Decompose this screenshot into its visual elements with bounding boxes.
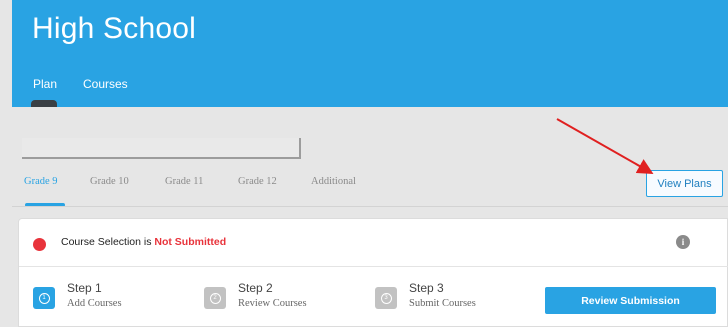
step-2-number: 2 — [209, 292, 221, 304]
page-title: High School — [32, 12, 196, 45]
step-3-title: Step 3 — [409, 281, 444, 295]
step-3-badge: 3 — [375, 287, 397, 309]
tabs-divider — [12, 206, 728, 207]
step-3-subtitle: Submit Courses — [409, 298, 476, 309]
step-2-subtitle: Review Courses — [238, 298, 307, 309]
step-1-badge: 1 — [33, 287, 55, 309]
tab-grade-11[interactable]: Grade 11 — [165, 176, 203, 187]
nav-tab-plan[interactable]: Plan — [33, 77, 57, 91]
status-text: Course Selection is Not Submitted — [61, 236, 226, 248]
step-3-number: 3 — [380, 292, 392, 304]
step-1-subtitle: Add Courses — [67, 298, 122, 309]
plan-name-field[interactable] — [22, 138, 301, 159]
step-2-title: Step 2 — [238, 281, 273, 295]
active-nav-indicator — [31, 100, 57, 107]
tab-grade-9[interactable]: Grade 9 — [24, 176, 58, 187]
tab-grade-10[interactable]: Grade 10 — [90, 176, 129, 187]
nav-tab-courses[interactable]: Courses — [83, 77, 128, 91]
step-1-number: 1 — [38, 292, 50, 304]
course-selection-card: Course Selection is Not Submitted i 1 St… — [18, 218, 728, 327]
step-2-badge: 2 — [204, 287, 226, 309]
tab-grade-12[interactable]: Grade 12 — [238, 176, 277, 187]
step-1-title: Step 1 — [67, 281, 102, 295]
review-submission-button[interactable]: Review Submission — [545, 287, 716, 314]
app-header: High School Plan Courses — [12, 0, 728, 107]
info-icon[interactable]: i — [676, 235, 690, 249]
status-value: Not Submitted — [154, 236, 227, 248]
tab-additional[interactable]: Additional — [311, 176, 356, 187]
status-row: Course Selection is Not Submitted i — [19, 219, 728, 267]
status-prefix: Course Selection is — [61, 236, 152, 248]
status-indicator-dot — [33, 238, 46, 251]
view-plans-button[interactable]: View Plans — [646, 170, 723, 197]
